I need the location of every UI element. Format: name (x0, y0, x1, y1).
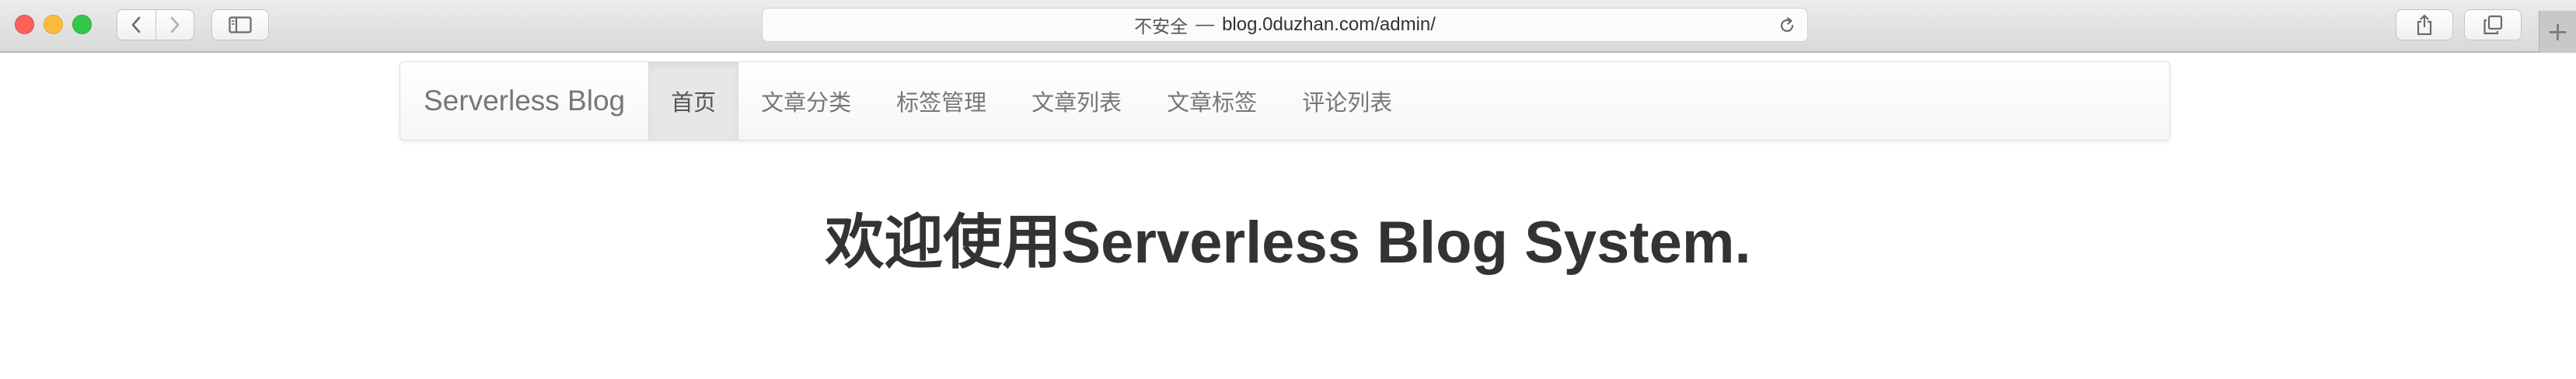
back-button[interactable] (117, 10, 155, 40)
address-separator: — (1196, 14, 1215, 35)
tabs-overview-icon (2484, 15, 2503, 35)
nav-item-home[interactable]: 首页 (648, 62, 739, 140)
address-text: 不安全 — blog.0duzhan.com/admin/ (763, 9, 1807, 41)
nav-item-article-list[interactable]: 文章列表 (1009, 62, 1144, 140)
share-icon (2417, 14, 2432, 36)
chevron-right-icon (170, 16, 180, 33)
history-nav-group (117, 9, 194, 40)
window-minimize-button[interactable] (44, 15, 63, 34)
browser-toolbar: 不安全 — blog.0duzhan.com/admin/ + (0, 0, 2576, 53)
tabs-overview-button[interactable] (2464, 9, 2522, 40)
window-maximize-button[interactable] (72, 15, 92, 34)
sidebar-icon (229, 16, 252, 33)
welcome-heading: 欢迎使用Serverless Blog System. (825, 209, 1751, 276)
forward-button[interactable] (155, 10, 194, 40)
reload-button[interactable] (1778, 16, 1796, 35)
plus-icon: + (2546, 16, 2569, 47)
security-status: 不安全 (1134, 17, 1189, 37)
nav-item-article-tags[interactable]: 文章标签 (1144, 62, 1279, 140)
nav-item-comment-list[interactable]: 评论列表 (1279, 62, 1415, 140)
nav-item-categories[interactable]: 文章分类 (738, 62, 874, 140)
site-navbar: Serverless Blog 首页 文章分类 标签管理 文章列表 文章标签 评… (400, 61, 2170, 141)
url-text: blog.0duzhan.com/admin/ (1222, 14, 1436, 35)
chevron-left-icon (131, 16, 141, 33)
navbar-brand[interactable]: Serverless Blog (400, 62, 648, 140)
reload-icon (1780, 17, 1794, 33)
share-button[interactable] (2396, 9, 2453, 40)
address-bar[interactable]: 不安全 — blog.0duzhan.com/admin/ (762, 8, 1808, 42)
sidebar-button[interactable] (211, 9, 269, 40)
nav-item-tag-management[interactable]: 标签管理 (874, 62, 1009, 140)
new-tab-button[interactable]: + (2539, 11, 2576, 53)
window-close-button[interactable] (15, 15, 34, 34)
